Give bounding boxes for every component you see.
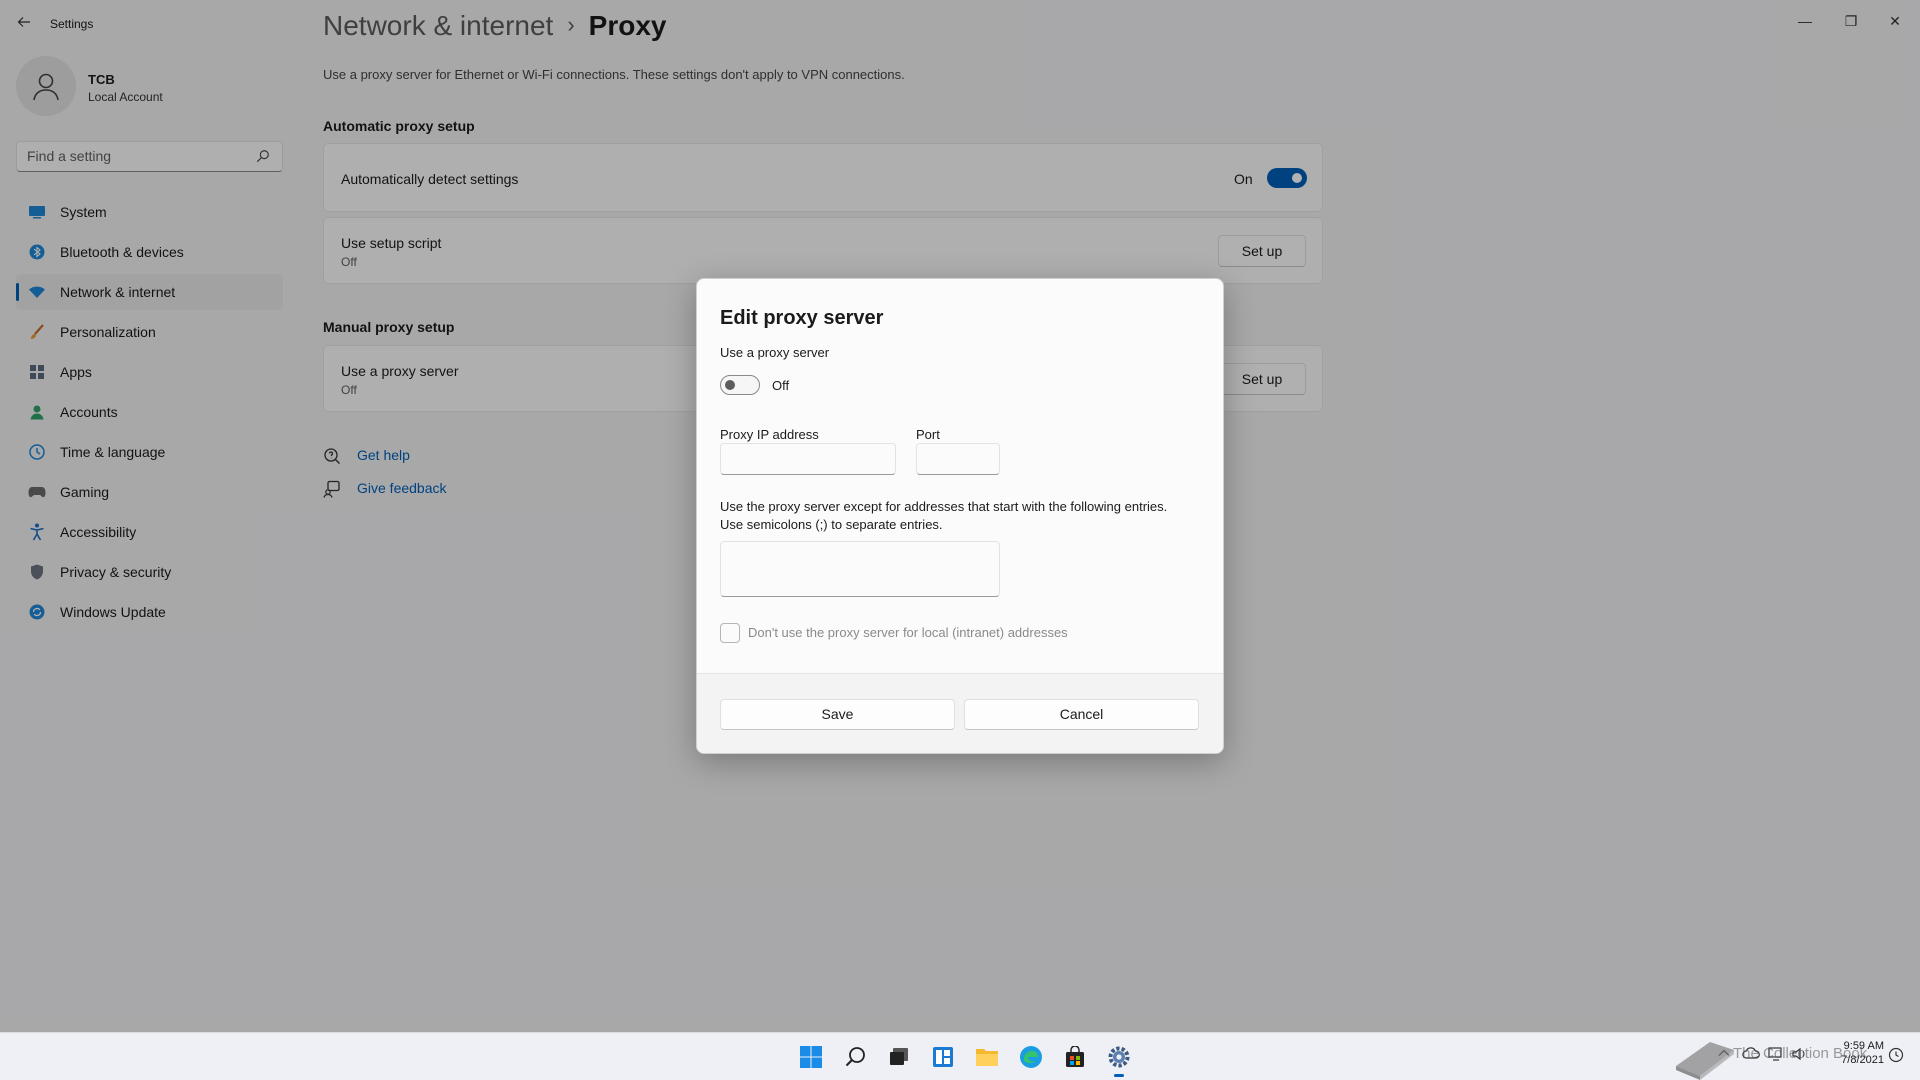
exceptions-description-line2: Use semicolons (;) to separate entries. <box>720 517 943 532</box>
port-input[interactable] <box>916 443 1000 475</box>
file-explorer-icon[interactable] <box>973 1043 1001 1071</box>
search-taskbar-icon[interactable] <box>842 1043 870 1071</box>
dialog-title: Edit proxy server <box>720 307 884 329</box>
local-addresses-checkbox[interactable] <box>720 623 740 643</box>
exceptions-description-line1: Use the proxy server except for addresse… <box>720 499 1168 514</box>
settings-gear-icon[interactable] <box>1105 1043 1133 1077</box>
port-label: Port <box>916 427 940 442</box>
use-proxy-label: Use a proxy server <box>720 345 830 360</box>
proxy-ip-input[interactable] <box>720 443 896 475</box>
watermark-text: The Collection Book <box>1733 1045 1868 1062</box>
local-addresses-label: Don't use the proxy server for local (in… <box>748 625 1068 640</box>
use-proxy-toggle[interactable] <box>720 375 760 395</box>
taskbar: 9:59 AM 7/8/2021 <box>0 1032 1920 1080</box>
dialog-footer: Save Cancel <box>697 673 1223 753</box>
edge-browser-icon[interactable] <box>1017 1043 1045 1071</box>
edit-proxy-dialog: Edit proxy server Use a proxy server Off… <box>696 278 1224 754</box>
store-icon[interactable] <box>1061 1043 1089 1071</box>
widgets-icon[interactable] <box>929 1043 957 1071</box>
proxy-ip-label: Proxy IP address <box>720 427 819 442</box>
save-button[interactable]: Save <box>720 699 955 730</box>
notification-icon[interactable] <box>1888 1047 1904 1066</box>
task-view-icon[interactable] <box>885 1043 913 1071</box>
settings-window: Settings — ❐ ✕ TCB Local Account System … <box>0 0 1920 1032</box>
use-proxy-toggle-state: Off <box>772 378 790 393</box>
cancel-button[interactable]: Cancel <box>964 699 1199 730</box>
exceptions-textarea[interactable] <box>720 541 1000 597</box>
start-windows-icon[interactable] <box>797 1043 825 1071</box>
